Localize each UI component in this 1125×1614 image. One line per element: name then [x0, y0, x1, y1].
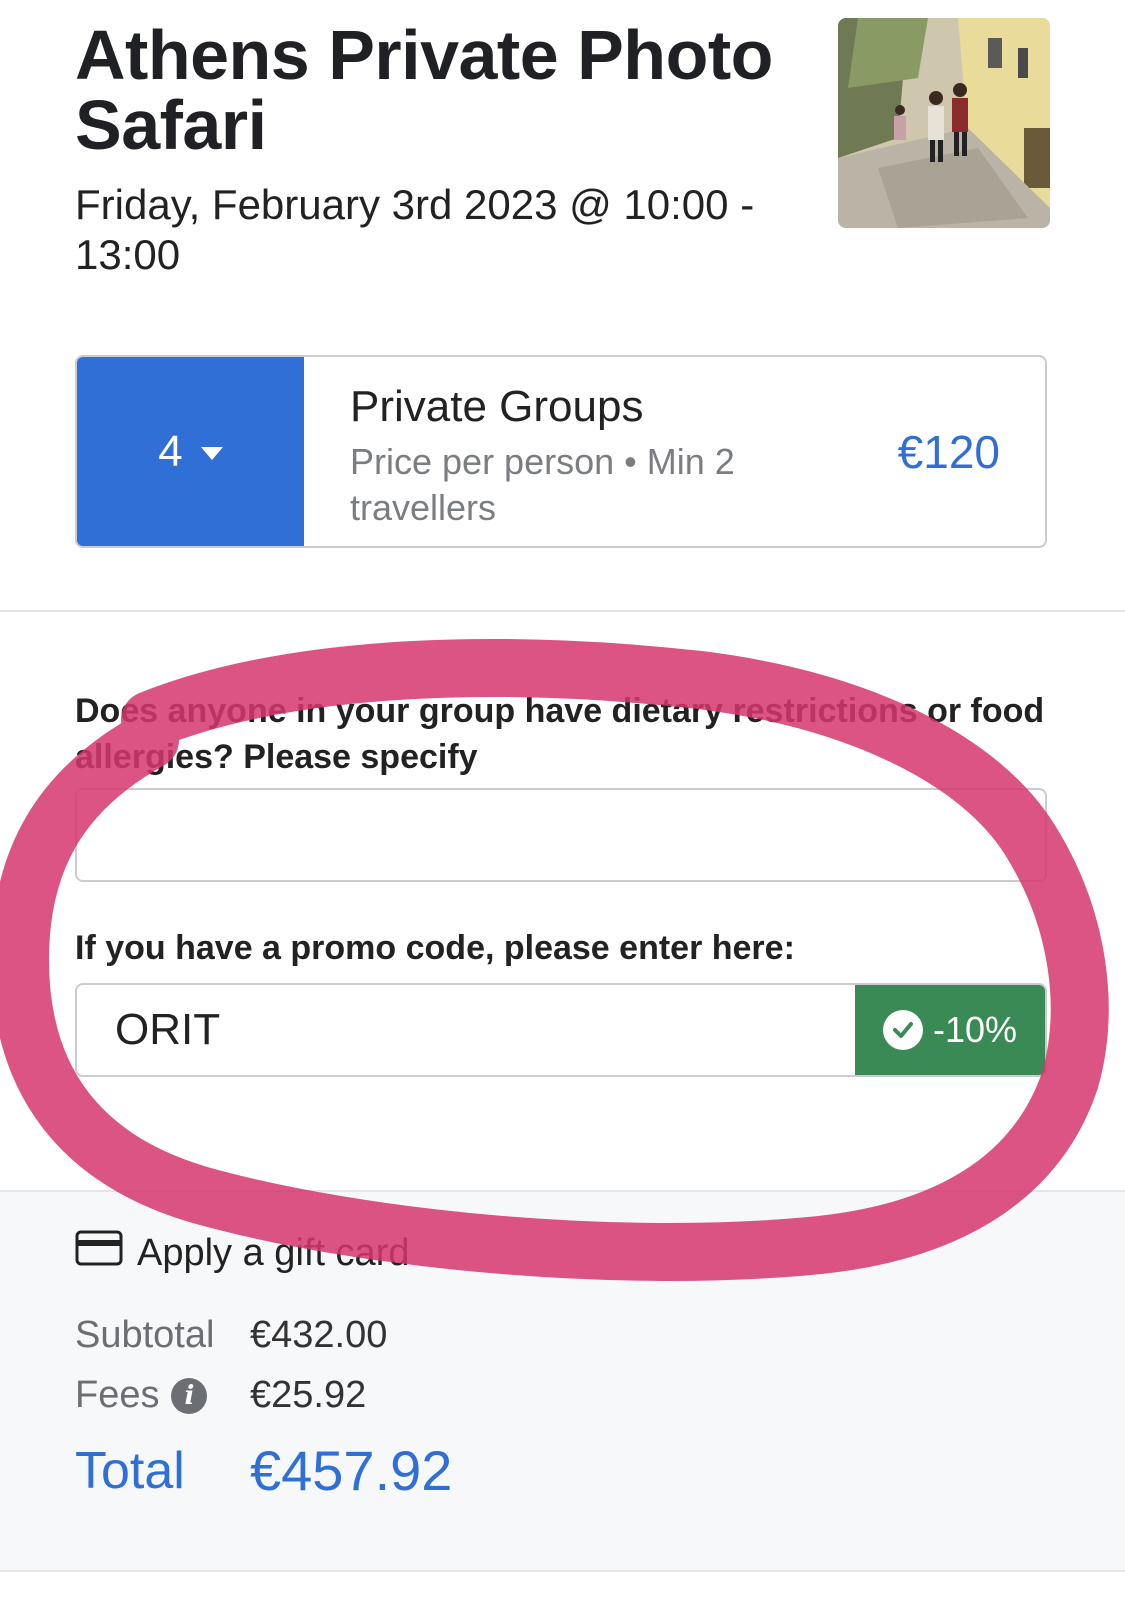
- total-label: Total: [75, 1441, 185, 1500]
- fees-label-group: Fees i: [75, 1374, 250, 1417]
- subtotal-label: Subtotal: [75, 1314, 215, 1356]
- promo-code-label: If you have a promo code, please enter h…: [75, 929, 795, 967]
- chevron-down-icon: [200, 447, 223, 460]
- fees-value: €25.92: [250, 1374, 367, 1416]
- promo-code-field: -10%: [75, 983, 1047, 1077]
- ticket-option-card[interactable]: 4 Private Groups Price per person • Min …: [75, 355, 1047, 548]
- event-photo: [838, 18, 1050, 228]
- apply-gift-card-link[interactable]: Apply a gift card: [75, 1230, 409, 1276]
- fees-label: Fees: [75, 1374, 160, 1416]
- info-icon[interactable]: i: [171, 1377, 208, 1414]
- quantity-dropdown[interactable]: 4: [77, 357, 304, 546]
- fees-row: Fees i €25.92: [75, 1374, 366, 1417]
- page-title: Athens Private Photo Safari: [75, 16, 773, 164]
- promo-discount-text: -10%: [932, 1009, 1018, 1050]
- section-divider: [0, 610, 1125, 612]
- credit-card-icon: [75, 1230, 123, 1276]
- promo-code-input[interactable]: [77, 985, 857, 1075]
- ticket-description: Price per person • Min 2 travellers: [350, 441, 735, 528]
- order-summary: Apply a gift card Subtotal €432.00 Fees …: [0, 1190, 1125, 1572]
- promo-discount-badge: -10%: [855, 985, 1045, 1075]
- subtotal-value: €432.00: [250, 1314, 388, 1356]
- dietary-input[interactable]: [75, 788, 1047, 882]
- dietary-question-label: Does anyone in your group have dietary r…: [75, 692, 1045, 776]
- check-circle-icon: [882, 1010, 923, 1050]
- quantity-value: 4: [158, 426, 183, 476]
- total-row: Total €457.92: [75, 1438, 452, 1503]
- gift-card-label: Apply a gift card: [137, 1231, 410, 1274]
- ticket-price: €120: [897, 426, 1000, 478]
- subtotal-row: Subtotal €432.00: [75, 1314, 387, 1357]
- ticket-name: Private Groups: [350, 382, 644, 431]
- total-value: €457.92: [250, 1439, 453, 1502]
- event-datetime: Friday, February 3rd 2023 @ 10:00 - 13:0…: [75, 181, 755, 278]
